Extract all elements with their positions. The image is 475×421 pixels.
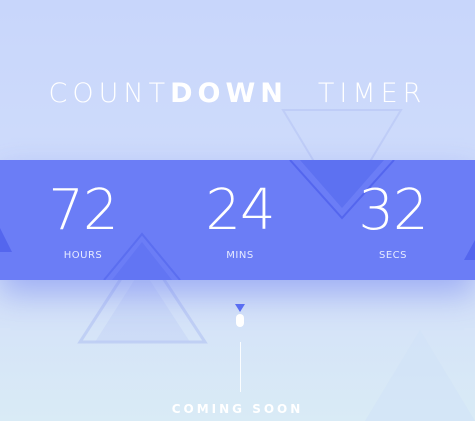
hours-label: HOURS [63,250,103,261]
coming-soon-text: COMING SOON [171,402,304,416]
countdown-hours: 72 HOURS [23,178,143,261]
title-count: COUNT [48,78,171,109]
hours-value: 72 [48,178,118,243]
scroll-down-icon[interactable] [229,302,251,332]
countdown-minutes: 24 MINS [180,178,300,261]
countdown-seconds: 32 SECS [333,178,453,261]
minutes-value: 24 [205,178,275,243]
title-down: DOWN [170,78,288,109]
seconds-value: 32 [358,178,428,243]
band-left-triangle [0,228,12,252]
vertical-divider [240,342,241,392]
band-right-triangle [464,240,475,260]
minutes-label: MINS [226,250,254,261]
title-timer: TIMER [317,78,427,109]
countdown-band: 72 HOURS 24 MINS 32 SECS [0,160,475,280]
page-title: COUNTDOWN TIMER [0,76,475,112]
seconds-label: SECS [379,250,407,261]
